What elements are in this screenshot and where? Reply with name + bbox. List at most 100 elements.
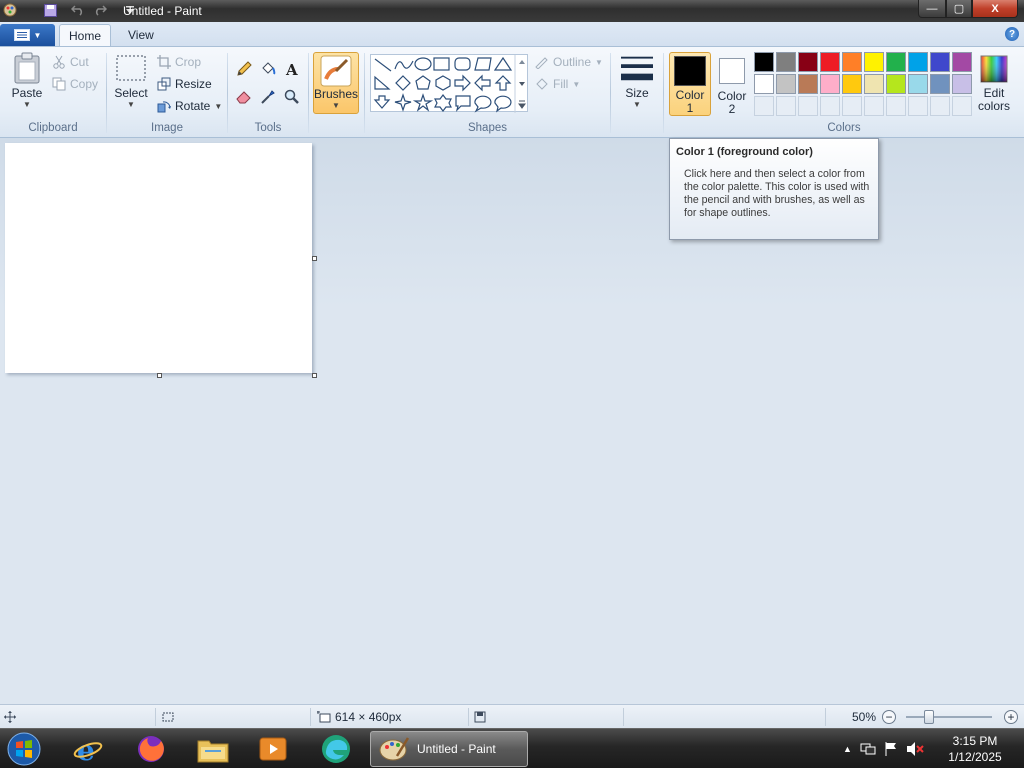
taskbar-paint-button[interactable]: Untitled - Paint — [370, 731, 528, 767]
file-explorer-icon[interactable] — [193, 732, 233, 766]
palette-swatch[interactable] — [952, 74, 972, 94]
tools-group-label: Tools — [254, 122, 282, 134]
color1-button[interactable]: Color 1 — [669, 52, 711, 116]
palette-swatch[interactable] — [886, 52, 906, 72]
show-hidden-icons-icon[interactable]: ▲ — [843, 744, 852, 754]
outline-button[interactable]: Outline ▼ — [534, 53, 603, 71]
palette-swatch[interactable] — [908, 74, 928, 94]
brushes-button[interactable]: Brushes ▼ — [313, 52, 359, 114]
maximize-button[interactable]: ▢ — [946, 0, 972, 18]
palette-swatch[interactable] — [842, 52, 862, 72]
custom-color-slot[interactable] — [952, 96, 972, 116]
chevron-down-icon: ▼ — [332, 101, 340, 110]
internet-explorer-icon[interactable]: e — [68, 732, 108, 766]
paint-menu-button[interactable]: ▼ — [0, 24, 55, 46]
custom-color-slot[interactable] — [798, 96, 818, 116]
size-button[interactable]: Size ▼ — [617, 52, 657, 109]
rotate-button[interactable]: Rotate ▼ — [157, 97, 222, 115]
palette-swatch[interactable] — [820, 74, 840, 94]
custom-color-slot[interactable] — [886, 96, 906, 116]
eraser-icon[interactable] — [233, 87, 254, 107]
minimize-button[interactable]: — — [918, 0, 946, 18]
palette-swatch[interactable] — [776, 52, 796, 72]
custom-color-slot[interactable] — [864, 96, 884, 116]
custom-color-slot[interactable] — [820, 96, 840, 116]
drawing-canvas[interactable] — [5, 143, 312, 373]
media-player-icon[interactable] — [253, 732, 293, 766]
copy-icon — [52, 77, 66, 91]
palette-swatch[interactable] — [754, 74, 774, 94]
zoom-in-button[interactable]: + — [1004, 710, 1018, 724]
selection-rect-icon — [115, 52, 147, 84]
fill-icon — [536, 78, 548, 90]
clipboard-icon — [11, 52, 43, 84]
start-button[interactable] — [4, 732, 44, 766]
custom-color-slot[interactable] — [908, 96, 928, 116]
firefox-icon[interactable] — [131, 732, 171, 766]
edge-icon[interactable] — [316, 732, 356, 766]
custom-color-slot[interactable] — [776, 96, 796, 116]
zoom-out-button[interactable]: − — [882, 710, 896, 724]
palette-swatch[interactable] — [842, 74, 862, 94]
zoom-level: 50% — [852, 709, 877, 724]
resize-handle-bottom[interactable] — [157, 373, 162, 378]
color2-button[interactable]: Color 2 — [715, 52, 749, 116]
palette-swatch[interactable] — [798, 74, 818, 94]
palette-swatch[interactable] — [930, 52, 950, 72]
rotate-label: Rotate — [175, 99, 211, 113]
palette-swatch[interactable] — [776, 74, 796, 94]
paste-button[interactable]: Paste ▼ — [8, 52, 46, 109]
save-icon[interactable] — [42, 2, 58, 18]
tab-home[interactable]: Home — [59, 24, 111, 46]
shapes-gallery — [370, 54, 528, 113]
custom-color-slot[interactable] — [754, 96, 774, 116]
system-clock[interactable]: 3:15 PM 1/12/2025 — [940, 733, 1010, 765]
paint-palette-icon — [379, 737, 409, 761]
status-separator — [623, 708, 624, 726]
resize-handle-right[interactable] — [312, 256, 317, 261]
network-icon[interactable] — [860, 741, 876, 757]
resize-button[interactable]: Resize — [157, 75, 212, 93]
select-button[interactable]: Select ▼ — [113, 52, 149, 109]
custom-color-slot[interactable] — [842, 96, 862, 116]
palette-swatch[interactable] — [908, 52, 928, 72]
clock-date: 1/12/2025 — [948, 750, 1002, 764]
palette-swatch[interactable] — [864, 74, 884, 94]
edit-colors-button[interactable]: Edit colors — [976, 53, 1012, 113]
image-group-label: Image — [151, 122, 183, 134]
close-button[interactable]: X — [972, 0, 1018, 18]
menu-icon — [13, 29, 30, 41]
zoom-slider-thumb[interactable] — [924, 710, 934, 724]
palette-swatch[interactable] — [952, 52, 972, 72]
copy-label: Copy — [70, 77, 99, 91]
palette-swatch[interactable] — [820, 52, 840, 72]
volume-muted-icon[interactable] — [906, 741, 924, 757]
fill-bucket-icon[interactable] — [257, 59, 278, 79]
copy-button[interactable]: Copy — [52, 75, 98, 93]
action-center-flag-icon[interactable] — [884, 741, 898, 757]
paste-label: Paste — [11, 86, 43, 100]
palette-swatch[interactable] — [886, 74, 906, 94]
resize-handle-corner[interactable] — [312, 373, 317, 378]
tab-view[interactable]: View — [116, 24, 166, 46]
custom-color-slot[interactable] — [930, 96, 950, 116]
palette-swatch[interactable] — [864, 52, 884, 72]
help-icon[interactable]: ? — [1005, 27, 1019, 41]
fill-button[interactable]: Fill ▼ — [534, 75, 580, 93]
crop-button[interactable]: Crop — [157, 53, 201, 71]
clipboard-group-label: Clipboard — [28, 122, 78, 134]
palette-swatch[interactable] — [798, 52, 818, 72]
canvas-size-display: 614 × 460px — [317, 705, 401, 728]
color-picker-icon[interactable] — [257, 87, 278, 107]
palette-swatch[interactable] — [754, 52, 774, 72]
text-tool-icon[interactable]: A — [281, 59, 302, 79]
palette-swatch[interactable] — [930, 74, 950, 94]
zoom-slider-track[interactable] — [906, 716, 992, 718]
undo-icon[interactable] — [70, 2, 86, 18]
pencil-icon[interactable] — [233, 59, 254, 79]
rainbow-palette-icon — [978, 53, 1010, 85]
cut-button[interactable]: Cut — [52, 53, 89, 71]
magnifier-icon[interactable] — [281, 87, 302, 107]
redo-icon[interactable] — [92, 2, 108, 18]
paint-app-icon[interactable] — [2, 2, 18, 18]
